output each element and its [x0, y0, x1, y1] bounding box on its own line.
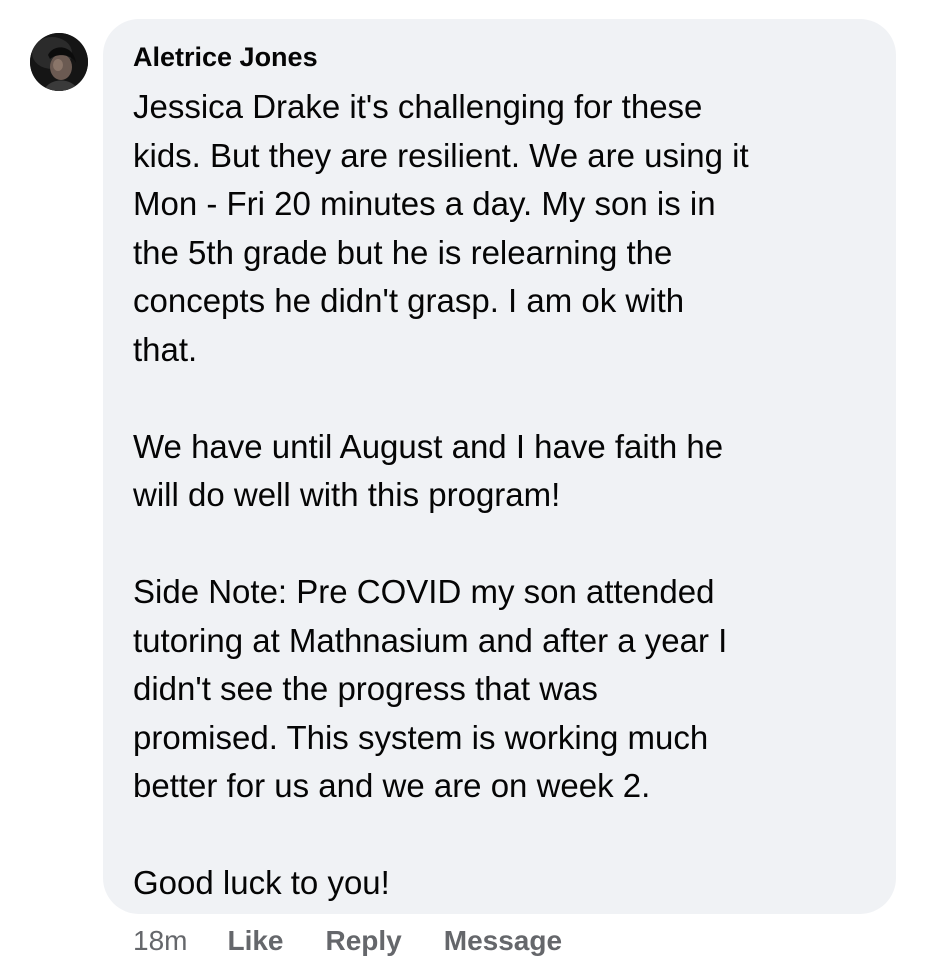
- comment-line: Jessica Drake it's challenging for these: [133, 88, 703, 125]
- comment-bubble: Aletrice Jones Jessica Drake it's challe…: [103, 19, 896, 914]
- comment-paragraph: Side Note: Pre COVID my son attended tut…: [133, 568, 876, 811]
- comment-line: kids. But they are resilient. We are usi…: [133, 136, 749, 174]
- comment-line: better for us and we are on week 2.: [133, 767, 651, 804]
- comment-line: concepts he didn't grasp. I am ok with: [133, 282, 685, 319]
- comment-body: Jessica Drake it's challenging for these…: [133, 83, 876, 908]
- comment-line: the 5th grade but he is relearning the: [133, 233, 673, 271]
- comment-line: Good luck to you!: [133, 864, 390, 901]
- comment-line: that.: [133, 330, 198, 368]
- comment-line: Side Note: Pre COVID my son attended: [133, 573, 715, 610]
- avatar[interactable]: [30, 33, 88, 91]
- comment-timestamp[interactable]: 18m: [133, 925, 187, 957]
- comment-line: promised. This system is working much: [133, 718, 709, 756]
- comment-line: didn't see the progress that was: [133, 670, 598, 707]
- reply-button[interactable]: Reply: [326, 925, 402, 957]
- comment-paragraph: Good luck to you!: [133, 859, 876, 908]
- comment-author[interactable]: Aletrice Jones: [133, 39, 876, 75]
- comment-line: Mon - Fri 20 minutes a day. My son is in: [133, 185, 716, 222]
- comment-actions: 18m Like Reply Message: [133, 922, 604, 960]
- comment-line: tutoring at Mathnasium and after a year …: [133, 621, 728, 659]
- profile-photo-icon: [30, 33, 88, 91]
- like-button[interactable]: Like: [227, 925, 283, 957]
- message-button[interactable]: Message: [444, 925, 562, 957]
- comment-paragraph: We have until August and I have faith he…: [133, 423, 876, 520]
- comment-line: We have until August and I have faith he: [133, 427, 724, 465]
- comment-line: will do well with this program!: [133, 476, 561, 513]
- comment-paragraph: Jessica Drake it's challenging for these…: [133, 83, 876, 374]
